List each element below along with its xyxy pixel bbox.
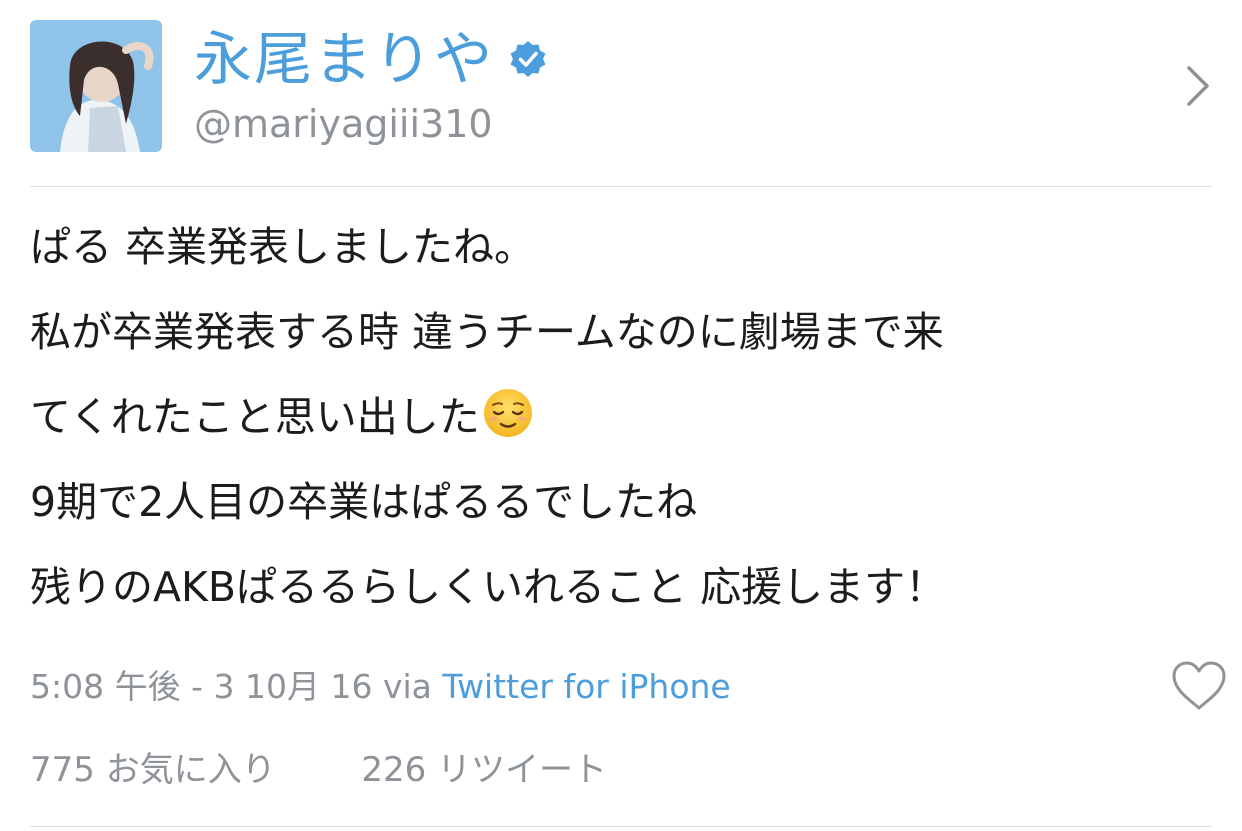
tweet-stats: 775 お気に入り 226 リツイート xyxy=(30,745,607,795)
tweet-line: 残りのAKBぱるるらしくいれること 応援します！ xyxy=(30,563,947,611)
relieved-face-icon xyxy=(483,389,532,437)
header-divider xyxy=(30,186,1212,187)
heart-icon[interactable] xyxy=(1170,660,1228,712)
via-label: via xyxy=(382,667,432,706)
footer-divider xyxy=(30,826,1212,827)
source-link[interactable]: Twitter for iPhone xyxy=(442,667,730,706)
tweet-text: ぱる 卒業発表しましたね。 私が卒業発表する時 違うチームなのに劇場まで来 てく… xyxy=(30,205,1220,630)
tweet-meta: 5:08 午後 - 3 10月 16 via Twitter for iPhon… xyxy=(30,662,731,712)
tweet-line-text: てくれたこと思い出した xyxy=(30,393,480,441)
tweet-line: 私が卒業発表する時 違うチームなのに劇場まで来 xyxy=(30,308,944,356)
retweets-count[interactable]: 226 xyxy=(361,750,426,790)
retweets-label[interactable]: リツイート xyxy=(437,750,607,790)
tweet-line: てくれたこと思い出した xyxy=(30,375,1220,460)
favorites-label[interactable]: お気に入り xyxy=(106,750,276,790)
display-name[interactable]: 永尾まりや xyxy=(194,24,494,94)
favorites-count[interactable]: 775 xyxy=(30,750,95,790)
verified-badge-icon xyxy=(510,41,546,77)
timestamp: 5:08 午後 - 3 10月 16 xyxy=(30,667,373,706)
user-name-row[interactable]: 永尾まりや xyxy=(194,24,548,94)
user-handle[interactable]: @mariyagiii310 xyxy=(194,99,493,149)
chevron-right-icon[interactable] xyxy=(1181,62,1213,110)
tweet-line: 9期で2人目の卒業はぱるるでしたね xyxy=(30,478,698,526)
avatar[interactable] xyxy=(30,20,162,152)
tweet-line: ぱる 卒業発表しましたね。 xyxy=(30,223,536,271)
